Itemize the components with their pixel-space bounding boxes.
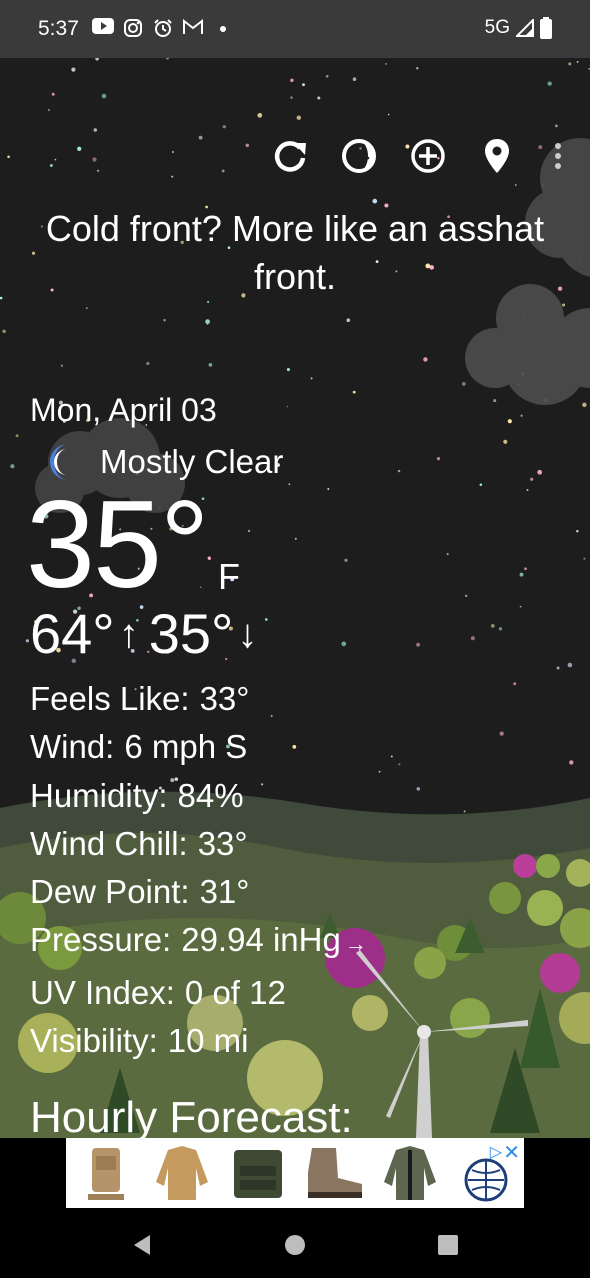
notification-icons: [92, 18, 234, 40]
battery-icon: [540, 17, 552, 39]
temperature-unit[interactable]: F: [218, 556, 240, 598]
home-icon[interactable]: [280, 1230, 310, 1260]
detail-label: Feels Like:: [30, 680, 190, 717]
gmail-icon: [182, 18, 204, 40]
detail-label: Wind:: [30, 728, 115, 766]
detail-label: Wind Chill:: [30, 824, 188, 862]
system-nav-bar: [0, 1210, 590, 1278]
detail-dew-point: Dew Point: 31°: [30, 868, 367, 916]
weather-quote: Cold front? More like an asshat front.: [45, 208, 545, 297]
plate-carrier-vest[interactable]: [222, 1142, 294, 1204]
detail-value: 84%: [177, 776, 244, 814]
hiking-boot[interactable]: [298, 1142, 370, 1204]
detail-value: 0 of 12: [184, 973, 286, 1011]
detail-label: Dew Point:: [30, 873, 190, 911]
add-location-icon[interactable]: [408, 136, 448, 176]
detail-label: Humidity:: [30, 776, 168, 814]
pressure-trend-icon: →: [344, 931, 367, 957]
ad-banner: ▷ ✕: [0, 1138, 590, 1210]
detail-feels-like: Feels Like: 33°: [30, 675, 367, 723]
up-arrow-icon: ↑: [118, 612, 139, 656]
detail-value: 33°: [197, 824, 248, 862]
alarm-icon: [152, 18, 174, 40]
close-icon[interactable]: ✕: [503, 1140, 520, 1165]
down-arrow-icon: ↓: [237, 612, 258, 656]
high-temp: 64°: [30, 602, 115, 665]
detail-humidity: Humidity: 84%: [30, 772, 367, 820]
adchoices-icon[interactable]: ▷: [490, 1142, 502, 1162]
more-icon[interactable]: [538, 136, 578, 176]
weather-details: Feels Like: 33° Wind: 6 mph S Humidity: 84%…: [30, 675, 367, 1065]
high-low: 64° ↑ 35° ↓: [30, 602, 267, 666]
low-temp: 35°: [148, 602, 234, 665]
detail-label: UV Index:: [30, 973, 175, 1011]
app-toolbar: [0, 136, 590, 180]
detail-value: 10 mi: [167, 1022, 249, 1060]
detail-label: Visibility:: [30, 1022, 158, 1060]
tactical-backpack[interactable]: [70, 1142, 142, 1204]
dot-icon: [212, 18, 234, 40]
location-pin-icon[interactable]: [477, 136, 517, 176]
recents-icon[interactable]: [433, 1230, 463, 1260]
status-time: 5:37: [38, 17, 79, 40]
moon-phase-icon[interactable]: [339, 136, 379, 176]
detail-wind: Wind: 6 mph S: [30, 723, 367, 771]
status-bar: 5:37 5G: [0, 0, 590, 58]
detail-value: 33°: [199, 680, 250, 717]
detail-value: 31°: [199, 873, 250, 911]
detail-label: Pressure:: [30, 921, 172, 959]
detail-uv-index: UV Index: 0 of 12: [30, 969, 367, 1017]
youtube-icon: [92, 18, 114, 40]
status-right: 5G: [485, 17, 552, 39]
instagram-icon: [122, 18, 144, 40]
back-icon[interactable]: [128, 1230, 158, 1260]
ad-content[interactable]: ▷ ✕: [66, 1138, 524, 1208]
current-date: Mon, April 03: [30, 392, 217, 428]
refresh-icon[interactable]: [270, 136, 310, 176]
detail-value: 6 mph S: [124, 728, 248, 766]
olive-jacket[interactable]: [374, 1142, 446, 1204]
detail-visibility: Visibility: 10 mi: [30, 1017, 367, 1065]
signal-icon: [516, 19, 534, 37]
detail-value: 29.94 inHg: [181, 921, 341, 959]
detail-pressure: Pressure: 29.94 inHg →: [30, 916, 367, 968]
tan-jacket[interactable]: [146, 1142, 218, 1204]
current-temperature: 35°: [26, 476, 210, 614]
cloud-middle-right: [465, 284, 590, 405]
hourly-forecast-heading: Hourly Forecast:: [30, 1093, 353, 1142]
detail-wind-chill: Wind Chill: 33°: [30, 820, 367, 868]
network-type: 5G: [484, 17, 510, 38]
